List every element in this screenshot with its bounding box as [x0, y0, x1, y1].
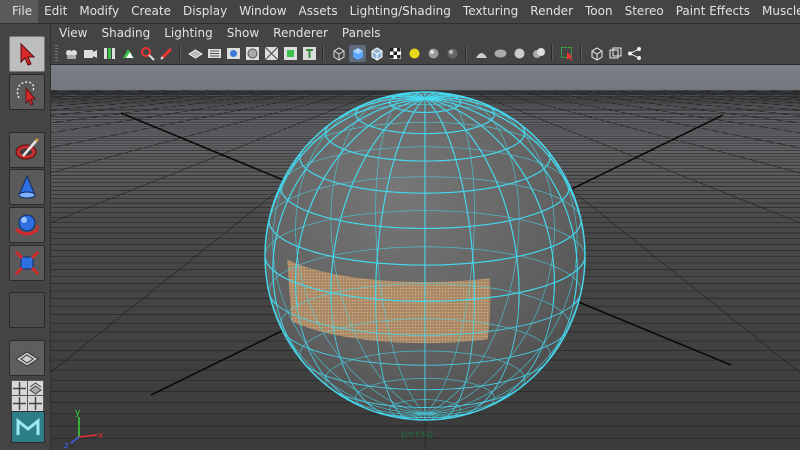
menu-edit[interactable]: Edit [38, 0, 73, 23]
select-tool-button[interactable] [9, 36, 45, 72]
toolbar-separator [580, 45, 582, 61]
panel-menu-shading[interactable]: Shading [94, 24, 157, 42]
image-plane-icon[interactable] [120, 45, 137, 62]
menu-texturing[interactable]: Texturing [457, 0, 524, 23]
2d-pan-zoom-icon[interactable] [139, 45, 156, 62]
toolbar-separator [322, 45, 324, 61]
menu-muscle[interactable]: Muscle [756, 0, 800, 23]
menu-toon[interactable]: Toon [579, 0, 619, 23]
panel-menu-renderer[interactable]: Renderer [266, 24, 335, 42]
panel-menu-view[interactable]: View [51, 24, 94, 42]
multisample-aa-icon[interactable] [492, 45, 509, 62]
panel-menubar: View Shading Lighting Show Renderer Pane… [51, 24, 800, 42]
toolbar-grip[interactable] [55, 45, 58, 61]
smooth-shade-icon[interactable] [349, 44, 366, 62]
gate-mask-icon[interactable] [244, 45, 261, 62]
main-menubar: File Edit Modify Create Display Window A… [0, 0, 800, 24]
toolbar-separator [465, 45, 467, 61]
poly-sphere[interactable] [264, 91, 586, 421]
wireframe-icon[interactable] [330, 45, 347, 62]
four-pane-icon [13, 397, 26, 410]
menu-lighting-shading[interactable]: Lighting/Shading [344, 0, 457, 23]
menu-stereo[interactable]: Stereo [619, 0, 670, 23]
two-pane-icon [29, 397, 42, 410]
lasso-icon [16, 81, 36, 106]
share-connect-icon[interactable] [626, 45, 643, 62]
use-all-lights-icon[interactable] [406, 45, 423, 62]
toolbar-separator [551, 45, 553, 61]
two-pane-layout-button[interactable] [27, 395, 44, 412]
last-tool-slot[interactable] [9, 292, 45, 328]
move-cone-icon [18, 174, 36, 199]
camera-attributes-icon[interactable] [82, 45, 99, 62]
xray-joints-icon[interactable] [607, 45, 624, 62]
single-pane-icon [13, 382, 26, 395]
film-gate-icon[interactable] [206, 45, 223, 62]
depth-of-field-icon[interactable] [511, 45, 528, 62]
menu-paint-effects[interactable]: Paint Effects [670, 0, 756, 23]
axis-z-label: z [64, 441, 69, 450]
menu-file[interactable]: File [0, 0, 39, 23]
motion-blur-icon[interactable] [473, 45, 490, 62]
safe-title-icon[interactable] [301, 45, 318, 62]
select-arrow-icon [20, 42, 36, 66]
scale-cube-icon [14, 250, 40, 276]
perspective-viewport[interactable]: y x z persp [51, 65, 800, 450]
axis-y-label: y [75, 408, 81, 418]
four-pane-layout-button[interactable] [11, 395, 28, 412]
wireframe-on-shaded-icon[interactable] [368, 45, 385, 62]
resolution-gate-icon[interactable] [225, 45, 242, 62]
panel-toolbar [51, 42, 800, 65]
grease-pencil-icon[interactable] [158, 45, 175, 62]
maya-logo [11, 411, 45, 443]
textured-icon[interactable] [387, 45, 404, 62]
bookmarks-icon[interactable] [101, 45, 118, 62]
menu-window[interactable]: Window [233, 0, 292, 23]
viewport-panel: View Shading Lighting Show Renderer Pane… [51, 24, 800, 450]
panel-menu-panels[interactable]: Panels [335, 24, 388, 42]
xray-icon[interactable] [559, 45, 576, 62]
menu-render[interactable]: Render [524, 0, 579, 23]
toolbox [0, 24, 51, 450]
paint-select-icon [15, 137, 40, 160]
menu-display[interactable]: Display [177, 0, 233, 23]
safe-action-icon[interactable] [282, 45, 299, 62]
camera-name-label: persp [401, 429, 435, 440]
rotate-tool-button[interactable] [9, 207, 45, 243]
camera-select-icon[interactable] [63, 45, 80, 62]
show-manipulator-button[interactable] [9, 340, 45, 376]
screen-space-ao-icon[interactable] [444, 45, 461, 62]
xray-active-components-icon[interactable] [588, 45, 605, 62]
manipulator-plane-icon [15, 351, 39, 367]
grid-icon[interactable] [187, 45, 204, 62]
panel-menu-show[interactable]: Show [220, 24, 266, 42]
maya-logo-icon [16, 417, 40, 435]
persp-layout-icon [29, 382, 42, 395]
menu-create[interactable]: Create [125, 0, 177, 23]
scene-canvas: y x z [51, 65, 800, 450]
menu-assets[interactable]: Assets [293, 0, 344, 23]
move-tool-button[interactable] [9, 169, 45, 205]
panel-menu-lighting[interactable]: Lighting [157, 24, 220, 42]
menu-modify[interactable]: Modify [73, 0, 125, 23]
rotate-sphere-icon [14, 214, 40, 236]
isolate-select-icon[interactable] [530, 45, 547, 62]
lasso-tool-button[interactable] [9, 74, 45, 110]
shadows-icon[interactable] [425, 45, 442, 62]
paint-select-tool-button[interactable] [9, 132, 45, 168]
axis-x-label: x [98, 431, 104, 441]
toolbar-separator [179, 45, 181, 61]
scale-tool-button[interactable] [9, 245, 45, 281]
field-chart-icon[interactable] [263, 45, 280, 62]
